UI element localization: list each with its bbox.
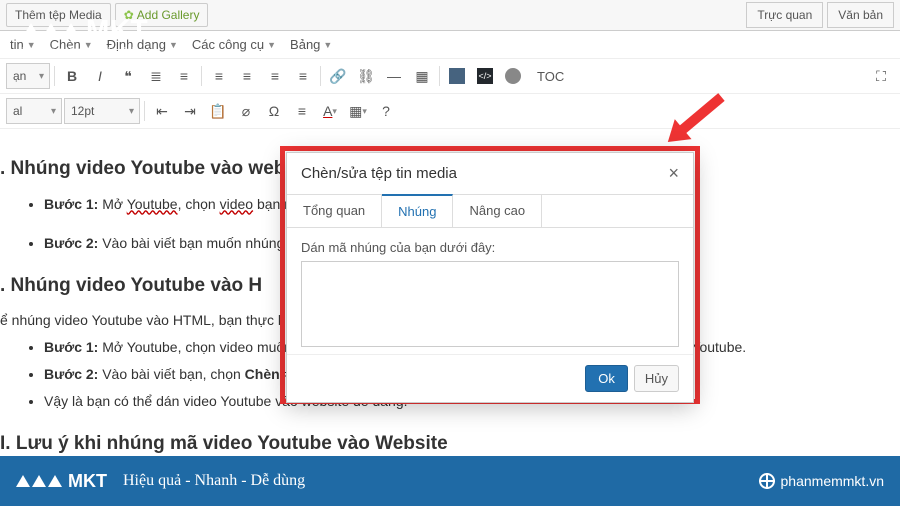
media-dialog: Chèn/sửa tệp tin media × Tổng quan Nhúng… (286, 152, 694, 403)
text-color-button[interactable]: A▾ (317, 98, 343, 124)
underline-button[interactable]: ≡ (289, 98, 315, 124)
paste-button[interactable]: 📋 (205, 98, 231, 124)
table-button[interactable]: ▦▾ (345, 98, 371, 124)
link-button[interactable]: 🔗 (325, 63, 351, 89)
clear-format-button[interactable]: ⌀ (233, 98, 259, 124)
toolbar-toggle-button[interactable]: ▦ (409, 63, 435, 89)
align-right-button[interactable]: ≡ (262, 63, 288, 89)
tab-advanced[interactable]: Nâng cao (453, 195, 542, 227)
cancel-button[interactable]: Hủy (634, 365, 679, 392)
fullscreen-button[interactable]: ⛶ (868, 63, 894, 89)
brand-footer: MKT Hiệu quả - Nhanh - Dễ dùng phanmemmk… (0, 456, 900, 506)
heading: I. Lưu ý khi nhúng mã video Youtube vào … (0, 430, 886, 459)
outdent-button[interactable]: ⇤ (149, 98, 175, 124)
font-family-select[interactable]: al (6, 98, 62, 124)
italic-button[interactable]: I (87, 63, 113, 89)
circle-button[interactable] (500, 63, 526, 89)
footer-slogan: Hiệu quả - Nhanh - Dễ dùng (123, 472, 305, 490)
media-square-button[interactable] (444, 63, 470, 89)
align-left-button[interactable]: ≡ (206, 63, 232, 89)
font-size-select[interactable]: 12pt (64, 98, 140, 124)
tab-embed[interactable]: Nhúng (382, 194, 453, 227)
unlink-button[interactable]: ⛓ (353, 63, 379, 89)
help-button[interactable]: ? (373, 98, 399, 124)
brand-logo-overlay: MKT Phần mềm Marketing đa kênh (22, 14, 148, 55)
ok-button[interactable]: Ok (585, 365, 628, 392)
dialog-tabs: Tổng quan Nhúng Nâng cao (287, 194, 693, 228)
toc-button[interactable]: TOC (528, 63, 573, 89)
globe-icon (759, 473, 775, 489)
indent-button[interactable]: ⇥ (177, 98, 203, 124)
text-tab-button[interactable]: Văn bản (827, 2, 894, 28)
menu-table[interactable]: Bảng▼ (290, 37, 332, 52)
special-char-button[interactable]: Ω (261, 98, 287, 124)
align-center-button[interactable]: ≡ (234, 63, 260, 89)
number-list-button[interactable]: ≡ (171, 63, 197, 89)
editor-toolbar-1: ạn B I ❝ ≣ ≡ ≡ ≡ ≡ ≡ 🔗 ⛓ — ▦ </> TOC ⛶ (0, 59, 900, 94)
footer-logo: MKT (16, 471, 107, 492)
close-icon[interactable]: × (668, 163, 679, 184)
blockquote-button[interactable]: ❝ (115, 63, 141, 89)
embed-label: Dán mã nhúng của bạn dưới đây: (301, 240, 679, 255)
brand-name: MKT (86, 14, 148, 46)
tab-general[interactable]: Tổng quan (287, 195, 382, 227)
dialog-title: Chèn/sửa tệp tin media (301, 165, 457, 182)
bullet-list-button[interactable]: ≣ (143, 63, 169, 89)
paragraph-select[interactable]: ạn (6, 63, 50, 89)
bold-button[interactable]: B (59, 63, 85, 89)
embed-code-textarea[interactable] (301, 261, 679, 347)
visual-tab-button[interactable]: Trực quan (746, 2, 823, 28)
read-more-button[interactable]: — (381, 63, 407, 89)
editor-toolbar-2: al 12pt ⇤ ⇥ 📋 ⌀ Ω ≡ A▾ ▦▾ ? (0, 94, 900, 129)
menu-tools[interactable]: Các công cụ▼ (192, 37, 276, 52)
footer-site: phanmemmkt.vn (759, 473, 884, 489)
align-justify-button[interactable]: ≡ (290, 63, 316, 89)
brand-sub: Phần mềm Marketing đa kênh (22, 46, 148, 55)
code-button[interactable]: </> (472, 63, 498, 89)
